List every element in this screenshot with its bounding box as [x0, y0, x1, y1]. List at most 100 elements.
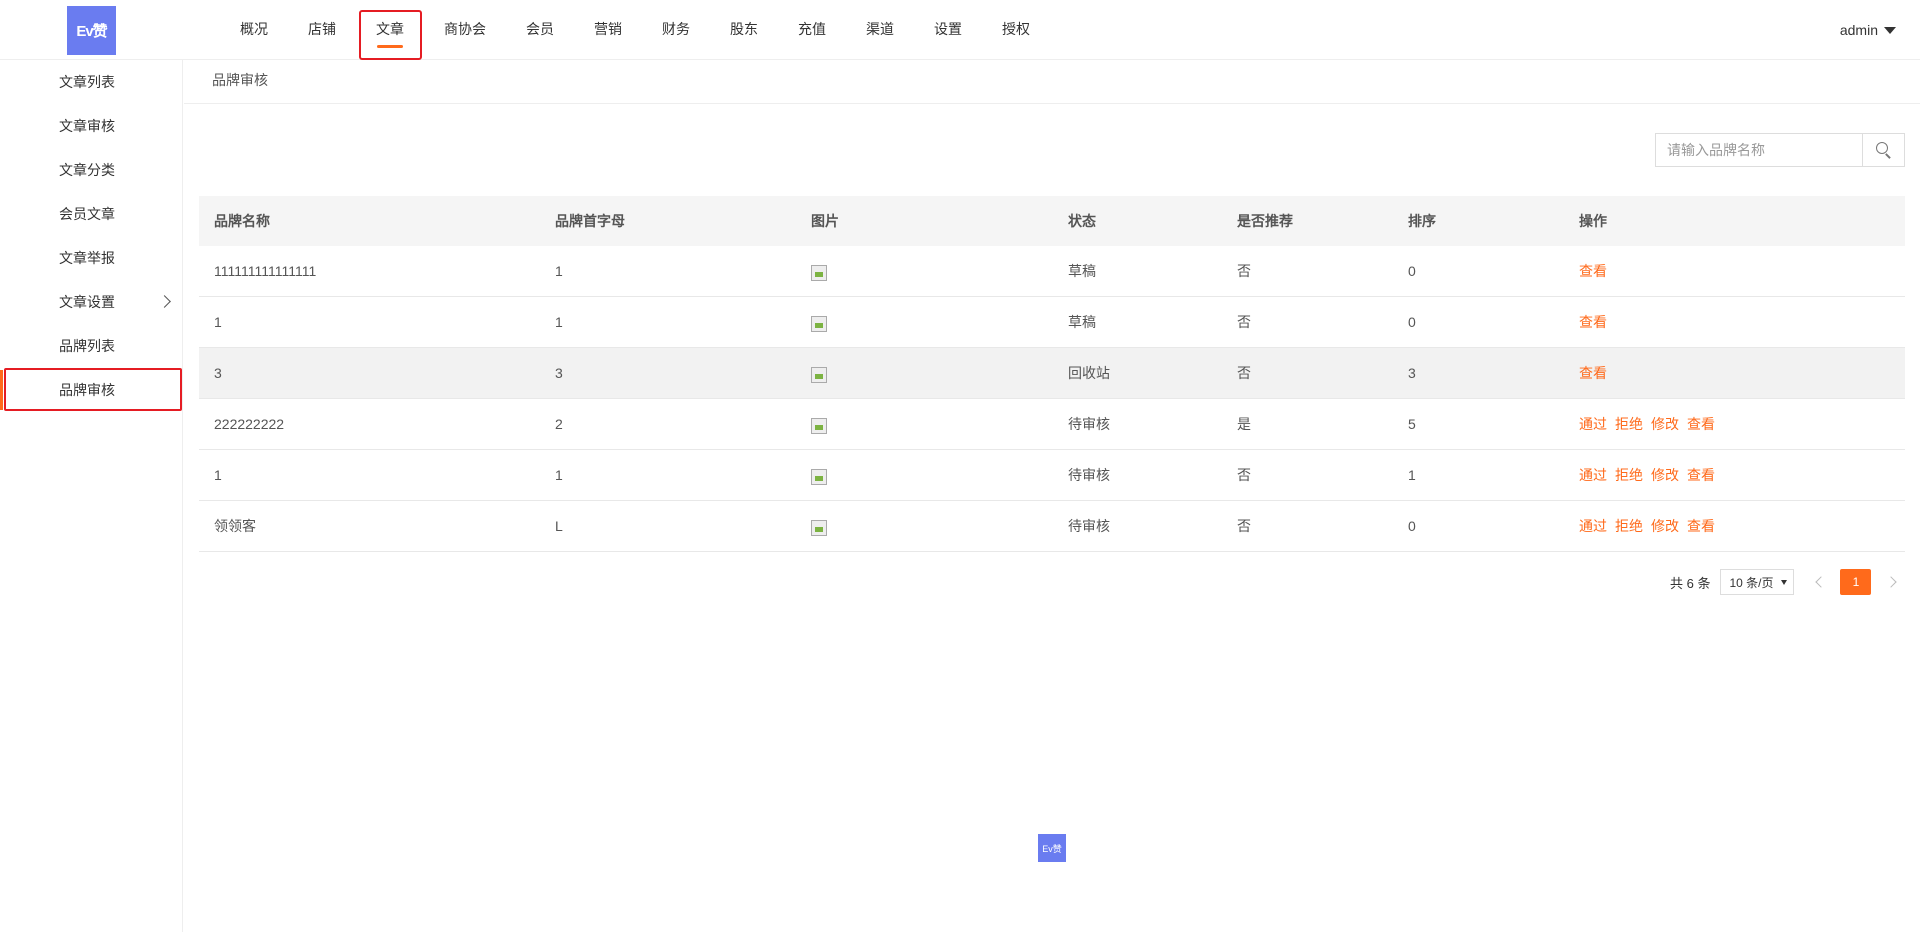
nav-item-channel[interactable]: 渠道 — [866, 0, 894, 60]
broken-image-icon — [811, 417, 827, 434]
view-link[interactable]: 查看 — [1687, 516, 1715, 536]
brand-sort: 1 — [1408, 467, 1416, 483]
page-size-value: 10 条/页 — [1729, 575, 1774, 590]
app-logo[interactable]: Ev赞 — [67, 6, 116, 55]
footer-logo: Ev赞 — [1038, 834, 1066, 862]
sidebar-item-label: 文章设置 — [59, 294, 115, 310]
nav-item-authorization[interactable]: 授权 — [1002, 0, 1030, 60]
approve-link[interactable]: 通过 — [1579, 414, 1607, 434]
broken-image-icon — [811, 519, 827, 536]
view-link[interactable]: 查看 — [1687, 414, 1715, 434]
reject-link[interactable]: 拒绝 — [1615, 465, 1643, 485]
nav-item-shop[interactable]: 店铺 — [308, 0, 336, 60]
brand-recommended: 否 — [1237, 365, 1251, 381]
search-input[interactable] — [1656, 134, 1862, 166]
brand-status: 回收站 — [1068, 365, 1110, 381]
caret-down-icon — [1884, 27, 1896, 34]
sidebar-item-article-review[interactable]: 文章审核 — [0, 104, 183, 148]
column-header-actions: 操作 — [1579, 213, 1607, 229]
table-row: 领领客 L 待审核 否 0 通过 拒绝 修改 查看 — [199, 501, 1905, 552]
brand-name: 3 — [214, 365, 222, 381]
page-number[interactable]: 1 — [1840, 569, 1872, 595]
reject-link[interactable]: 拒绝 — [1615, 414, 1643, 434]
brand-recommended: 否 — [1237, 467, 1251, 483]
column-header-image: 图片 — [811, 213, 839, 229]
sidebar-item-article-list[interactable]: 文章列表 — [0, 60, 183, 104]
brand-initial: 2 — [555, 416, 563, 432]
nav-highlight-box — [359, 10, 422, 60]
nav-item-finance[interactable]: 财务 — [662, 0, 690, 60]
brand-status: 待审核 — [1068, 518, 1110, 534]
broken-image-icon — [811, 468, 827, 485]
table-row: 111111111111111 1 草稿 否 0 查看 — [199, 246, 1905, 297]
brand-initial: 1 — [555, 263, 563, 279]
column-header-status: 状态 — [1068, 213, 1096, 229]
nav-item-shareholder[interactable]: 股东 — [730, 0, 758, 60]
view-link[interactable]: 查看 — [1579, 312, 1607, 332]
nav-item-marketing[interactable]: 营销 — [594, 0, 622, 60]
brand-recommended: 否 — [1237, 314, 1251, 330]
footer-logo-text: Ev赞 — [1042, 843, 1062, 854]
approve-link[interactable]: 通过 — [1579, 516, 1607, 536]
sidebar-item-member-article[interactable]: 会员文章 — [0, 192, 183, 236]
caret-down-icon — [1781, 579, 1788, 585]
table-row: 3 3 回收站 否 3 查看 — [199, 348, 1905, 399]
brand-initial: 1 — [555, 314, 563, 330]
nav-item-chamber[interactable]: 商协会 — [444, 0, 486, 60]
nav-item-overview[interactable]: 概况 — [240, 0, 268, 60]
sidebar-item-article-category[interactable]: 文章分类 — [0, 148, 183, 192]
page-size-select[interactable]: 10 条/页 — [1720, 569, 1795, 595]
search-box — [1655, 133, 1905, 167]
breadcrumb-current: 品牌审核 — [212, 72, 268, 88]
brand-sort: 0 — [1408, 263, 1416, 279]
brand-name: 领领客 — [214, 518, 256, 534]
sidebar-item-article-report[interactable]: 文章举报 — [0, 236, 183, 280]
prev-page-icon[interactable] — [1814, 576, 1826, 588]
nav-item-settings[interactable]: 设置 — [934, 0, 962, 60]
search-button[interactable] — [1862, 134, 1904, 166]
brand-review-table: 品牌名称 品牌首字母 图片 状态 是否推荐 排序 操作 111111111111… — [199, 196, 1905, 552]
approve-link[interactable]: 通过 — [1579, 465, 1607, 485]
user-menu[interactable]: admin — [1840, 0, 1896, 60]
brand-name: 1 — [214, 314, 222, 330]
column-header-recommended: 是否推荐 — [1237, 213, 1293, 229]
brand-recommended: 否 — [1237, 518, 1251, 534]
brand-recommended: 否 — [1237, 263, 1251, 279]
column-header-brand-name: 品牌名称 — [214, 213, 270, 229]
view-link[interactable]: 查看 — [1579, 363, 1607, 383]
brand-name: 222222222 — [214, 416, 285, 432]
next-page-icon[interactable] — [1887, 576, 1899, 588]
edit-link[interactable]: 修改 — [1651, 516, 1679, 536]
view-link[interactable]: 查看 — [1579, 261, 1607, 281]
sidebar: 文章列表 文章审核 文章分类 会员文章 文章举报 文章设置 品牌列表 品牌审核 — [0, 60, 183, 932]
brand-initial: L — [555, 518, 563, 534]
broken-image-icon — [811, 315, 827, 332]
brand-status: 待审核 — [1068, 416, 1110, 432]
table-row: 1 1 草稿 否 0 查看 — [199, 297, 1905, 348]
brand-sort: 5 — [1408, 416, 1416, 432]
nav-item-member[interactable]: 会员 — [526, 0, 554, 60]
user-name: admin — [1839, 22, 1878, 38]
search-icon — [1875, 142, 1892, 159]
brand-initial: 1 — [555, 467, 563, 483]
brand-status: 草稿 — [1068, 263, 1096, 279]
column-header-sort: 排序 — [1408, 213, 1436, 229]
chevron-right-icon — [158, 295, 171, 308]
view-link[interactable]: 查看 — [1687, 465, 1715, 485]
reject-link[interactable]: 拒绝 — [1615, 516, 1643, 536]
brand-name: 1 — [214, 467, 222, 483]
brand-sort: 0 — [1408, 518, 1416, 534]
nav-item-recharge[interactable]: 充值 — [798, 0, 826, 60]
table-row: 222222222 2 待审核 是 5 通过 拒绝 修改 查看 — [199, 399, 1905, 450]
sidebar-highlight-box — [4, 368, 182, 411]
brand-recommended: 是 — [1237, 416, 1251, 432]
sidebar-item-article-settings[interactable]: 文章设置 — [0, 280, 183, 324]
edit-link[interactable]: 修改 — [1651, 414, 1679, 434]
brand-initial: 3 — [555, 365, 563, 381]
logo-text: Ev赞 — [76, 23, 107, 40]
edit-link[interactable]: 修改 — [1651, 465, 1679, 485]
brand-sort: 3 — [1408, 365, 1416, 381]
table-header: 品牌名称 品牌首字母 图片 状态 是否推荐 排序 操作 — [199, 196, 1905, 246]
top-header: Ev赞 概况 店铺 文章 商协会 会员 营销 财务 股东 充值 渠道 设置 授权… — [0, 0, 1920, 60]
sidebar-item-brand-list[interactable]: 品牌列表 — [0, 324, 183, 368]
